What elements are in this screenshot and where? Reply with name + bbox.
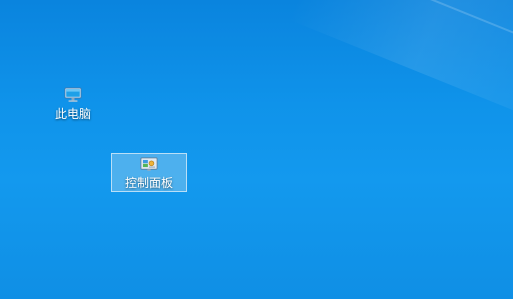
wallpaper-light-streak — [339, 0, 513, 61]
wallpaper-light-ray — [288, 0, 513, 132]
desktop[interactable]: 此电脑 控制面板 — [0, 0, 513, 299]
desktop-icon-this-pc[interactable]: 此电脑 — [44, 86, 102, 130]
desktop-icon-control-panel[interactable]: 控制面板 — [111, 153, 187, 192]
desktop-icon-label: 控制面板 — [124, 176, 173, 190]
control-panel-icon — [140, 157, 158, 171]
desktop-icon-label: 此电脑 — [54, 107, 91, 121]
this-pc-icon — [64, 87, 82, 102]
